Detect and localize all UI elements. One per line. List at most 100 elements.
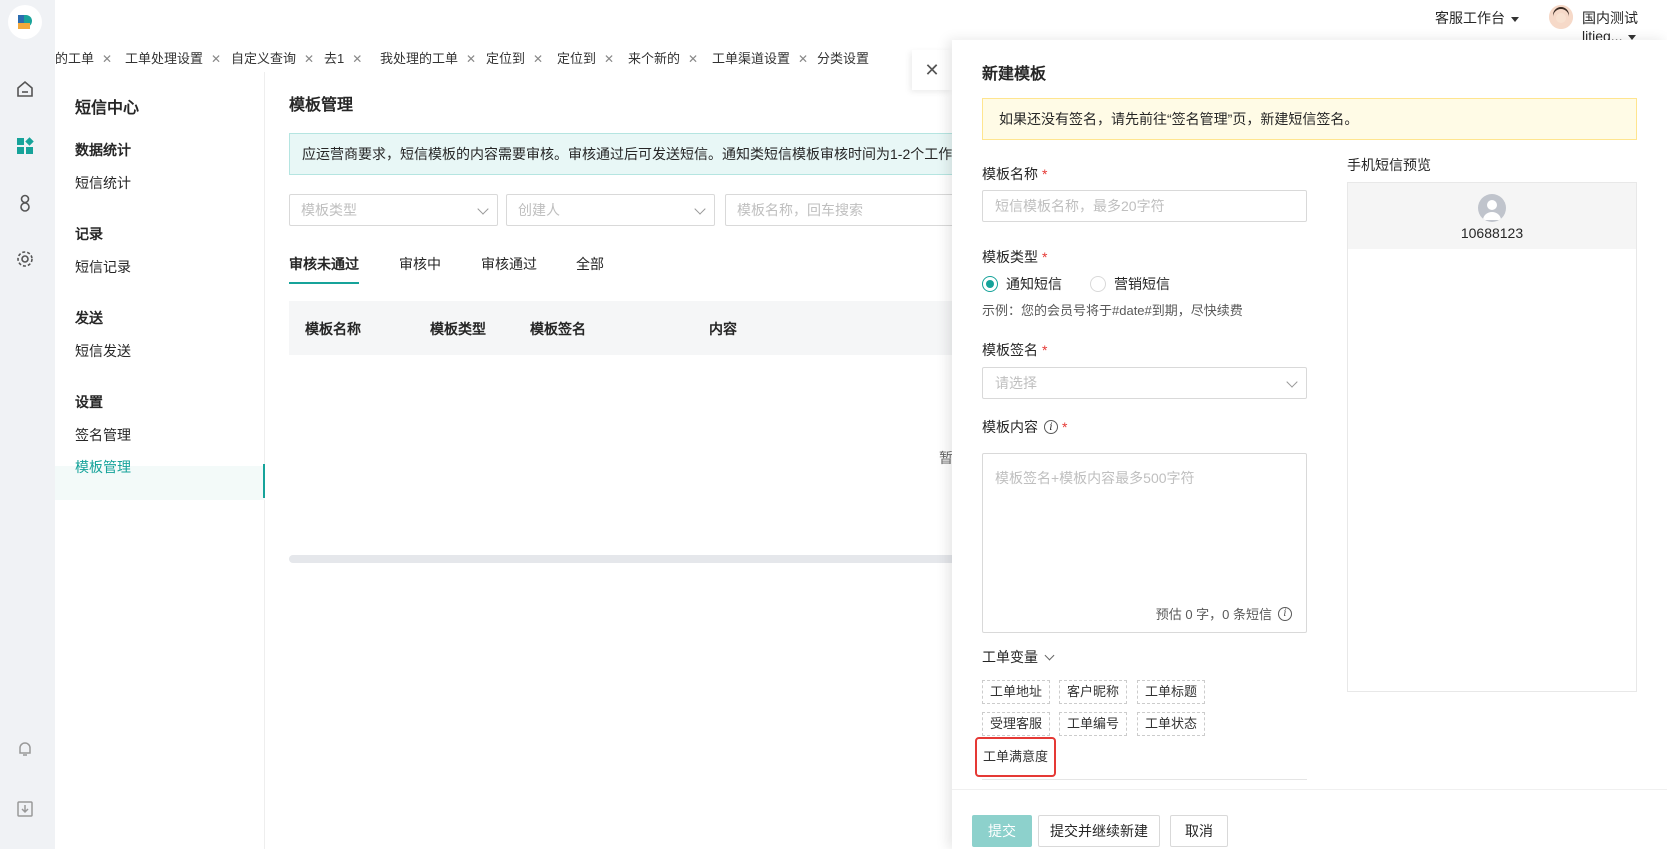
select-placeholder: 请选择 xyxy=(995,375,1037,391)
name-label: 模板名称 * xyxy=(982,164,1047,184)
gear-icon[interactable] xyxy=(14,248,36,270)
sidebar-group-title: 发送 xyxy=(75,310,103,326)
variable-tag[interactable]: 受理客服 xyxy=(982,712,1051,736)
cancel-button[interactable]: 取消 xyxy=(1170,815,1228,847)
type-filter-select[interactable]: 模板类型 xyxy=(289,194,498,226)
required-mark: * xyxy=(1062,419,1068,435)
submit-continue-button[interactable]: 提交并继续新建 xyxy=(1038,815,1160,847)
sidebar-item-sms-stats[interactable]: 短信统计 xyxy=(75,173,131,193)
user-icon[interactable] xyxy=(14,192,36,214)
close-icon[interactable]: ✕ xyxy=(798,52,808,66)
chevron-down-icon xyxy=(694,203,706,215)
workspace-switcher[interactable]: 客服工作台 xyxy=(1435,8,1519,28)
radio-notification[interactable]: 通知短信 xyxy=(982,274,1062,294)
char-counter: 预估 0 字，0 条短信 i xyxy=(1156,604,1292,623)
preview-label: 手机短信预览 xyxy=(1347,157,1431,173)
close-icon[interactable]: ✕ xyxy=(211,52,221,66)
sidebar-group-title: 设置 xyxy=(75,394,103,410)
close-drawer-button[interactable]: ✕ xyxy=(912,50,952,90)
tab[interactable]: 去1 ✕ xyxy=(324,48,362,67)
sms-sidebar: 短信中心 数据统计 短信统计 记录 短信记录 发送 短信发送 设置 签名管理 模… xyxy=(55,72,265,849)
tab-pending[interactable]: 审核中 xyxy=(399,254,441,274)
close-icon[interactable]: ✕ xyxy=(533,52,543,66)
radio-checked-icon xyxy=(982,276,998,292)
tab-approved[interactable]: 审核通过 xyxy=(481,254,537,274)
tab[interactable]: 分类设置 xyxy=(817,48,869,67)
type-label-text: 模板类型 xyxy=(982,249,1038,265)
variable-tag-satisfaction[interactable]: 工单满意度 xyxy=(975,737,1057,777)
content-label: 模板内容 i * xyxy=(982,417,1067,437)
sidebar-item-templates[interactable]: 模板管理 xyxy=(75,457,131,477)
variable-tag[interactable]: 工单编号 xyxy=(1059,712,1128,736)
tab[interactable]: 来个新的 ✕ xyxy=(628,48,698,67)
caret-down-icon xyxy=(1511,16,1519,22)
search-input[interactable]: 模板名称，回车搜索 xyxy=(725,194,985,226)
variable-tag[interactable]: 工单标题 xyxy=(1137,680,1206,704)
tab-label: 我处理的工单 xyxy=(380,51,459,66)
user-menu[interactable]: 国内测试litieg... xyxy=(1582,8,1667,44)
variables-toggle[interactable]: 工单变量 xyxy=(982,647,1055,667)
info-icon[interactable]: i xyxy=(1278,606,1292,621)
radio-marketing[interactable]: 营销短信 xyxy=(1090,274,1170,294)
select-placeholder: 模板类型 xyxy=(301,202,357,218)
tab-rejected[interactable]: 审核未通过 xyxy=(289,254,359,274)
variable-tag[interactable]: 工单地址 xyxy=(982,680,1051,704)
submit-button[interactable]: 提交 xyxy=(972,815,1032,847)
input-placeholder: 短信模板名称，最多20字符 xyxy=(995,198,1165,214)
tab-label: 定位到 xyxy=(557,51,597,66)
tab[interactable]: 工单处理设置 ✕ xyxy=(125,48,221,67)
preview-header: 10688123 xyxy=(1348,183,1636,249)
column-header: 模板签名 xyxy=(530,321,586,337)
close-icon[interactable]: ✕ xyxy=(352,52,362,66)
page-tabs: 的工单 ✕ 工单处理设置 ✕ 自定义查询 ✕ 去1 ✕ 我处理的工单 ✕ 定位到 ✕ 定位到… xyxy=(55,40,955,72)
tab-all[interactable]: 全部 xyxy=(576,254,604,274)
template-name-input[interactable]: 短信模板名称，最多20字符 xyxy=(982,190,1307,222)
column-header: 内容 xyxy=(709,321,737,337)
bell-icon[interactable] xyxy=(14,738,36,760)
apps-icon[interactable] xyxy=(14,135,36,157)
close-icon[interactable]: ✕ xyxy=(688,52,698,66)
close-icon[interactable]: ✕ xyxy=(102,52,112,66)
tab[interactable]: 我处理的工单 ✕ xyxy=(380,48,476,67)
avatar[interactable] xyxy=(1549,5,1573,29)
tab[interactable]: 定位到 ✕ xyxy=(557,48,614,67)
tab[interactable]: 的工单 ✕ xyxy=(55,48,112,67)
preview-number: 10688123 xyxy=(1460,225,1524,241)
empty-text: 暂 xyxy=(939,450,953,466)
active-tab-underline xyxy=(289,282,359,284)
variable-tag[interactable]: 客户昵称 xyxy=(1059,680,1128,704)
tab-label: 来个新的 xyxy=(628,51,681,66)
tab-label: 定位到 xyxy=(486,51,526,66)
chevron-down-icon xyxy=(477,203,489,215)
signature-select[interactable]: 请选择 xyxy=(982,367,1307,399)
close-icon: ✕ xyxy=(924,59,940,80)
close-icon[interactable]: ✕ xyxy=(466,52,476,66)
app-logo[interactable] xyxy=(8,5,42,39)
sidebar-item-signature[interactable]: 签名管理 xyxy=(75,425,131,445)
tab[interactable]: 自定义查询 ✕ xyxy=(231,48,314,67)
info-icon[interactable]: i xyxy=(1044,420,1058,434)
tab[interactable]: 工单渠道设置 ✕ xyxy=(712,48,808,67)
download-icon[interactable] xyxy=(14,798,36,820)
name-label-text: 模板名称 xyxy=(982,166,1038,182)
sign-label-text: 模板签名 xyxy=(982,342,1038,358)
close-icon[interactable]: ✕ xyxy=(304,52,314,66)
warning-banner: 如果还没有签名，请先前往“签名管理”页，新建短信签名。 xyxy=(982,98,1637,140)
tab-label: 工单处理设置 xyxy=(125,51,204,66)
new-template-drawer: 新建模板 如果还没有签名，请先前往“签名管理”页，新建短信签名。 模板名称 * 短… xyxy=(952,40,1667,849)
page-title: 模板管理 xyxy=(289,97,354,114)
required-mark: * xyxy=(1042,249,1048,265)
creator-filter-select[interactable]: 创建人 xyxy=(506,194,715,226)
radio-label: 通知短信 xyxy=(1006,276,1062,292)
home-icon[interactable] xyxy=(14,78,36,100)
drawer-title: 新建模板 xyxy=(982,66,1047,83)
sidebar-item-sms-send[interactable]: 短信发送 xyxy=(75,341,131,361)
top-bar: 客服工作台 国内测试litieg... xyxy=(55,0,1667,44)
template-content-textarea[interactable]: 模板签名+模板内容最多500字符 预估 0 字，0 条短信 i xyxy=(982,453,1307,633)
sidebar-item-sms-records[interactable]: 短信记录 xyxy=(75,257,131,277)
close-icon[interactable]: ✕ xyxy=(604,52,614,66)
variable-tag[interactable]: 工单状态 xyxy=(1137,712,1206,736)
tab[interactable]: 定位到 ✕ xyxy=(486,48,543,67)
radio-unchecked-icon xyxy=(1090,276,1106,292)
horizontal-scrollbar[interactable] xyxy=(289,555,989,563)
